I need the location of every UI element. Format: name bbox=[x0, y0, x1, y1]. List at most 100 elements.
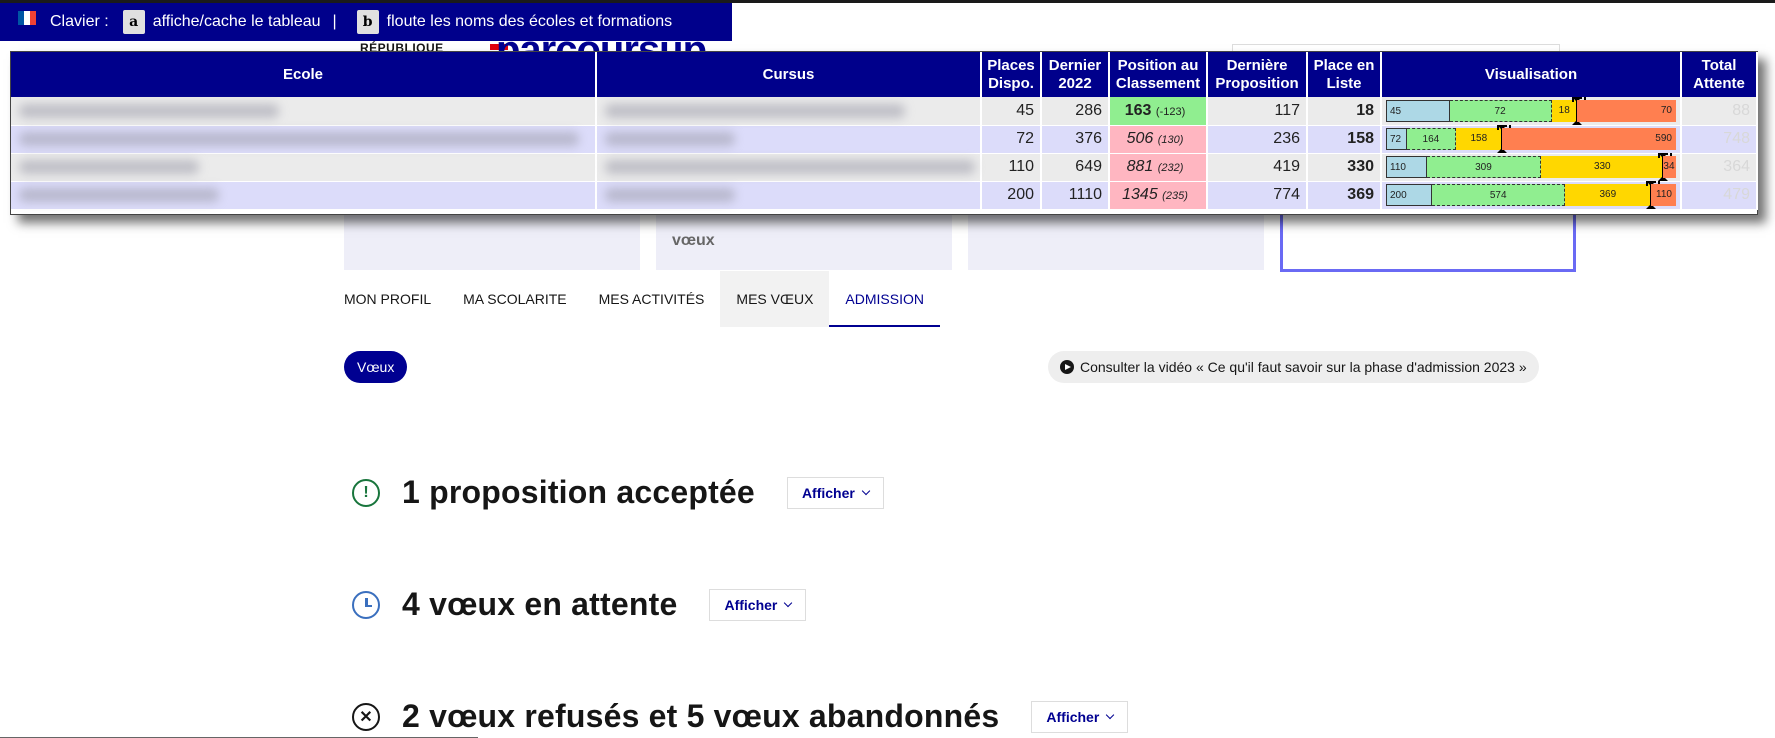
french-flag-icon bbox=[18, 11, 36, 25]
ecole-cell-blurred bbox=[11, 97, 597, 126]
visualisation-cell: 72 164 158 590 bbox=[1381, 125, 1682, 154]
position-delta: (-123) bbox=[1155, 105, 1186, 118]
position-cell: 163 (-123) bbox=[1109, 97, 1208, 126]
table-row: 72 376 506 (130) 236 158 72 164 158 590 748 bbox=[11, 125, 1758, 154]
afficher-label: Afficher bbox=[1046, 708, 1100, 725]
close-circle-icon: ✕ bbox=[352, 702, 380, 731]
tab-mes-activites[interactable]: MES ACTIVITÉS bbox=[583, 271, 721, 327]
key-a-description: affiche/cache le tableau bbox=[152, 13, 321, 30]
ecole-cell-blurred bbox=[11, 125, 597, 154]
tab-admission[interactable]: ADMISSION bbox=[829, 271, 940, 327]
section-waiting: 4 vœux en attente Afficher bbox=[352, 586, 807, 623]
chevron-down-icon bbox=[784, 598, 793, 608]
cursus-cell-blurred bbox=[596, 97, 982, 126]
position-value: 1345 bbox=[1122, 186, 1158, 203]
cursus-cell-blurred bbox=[596, 125, 982, 154]
col-total-attente: Total Attente bbox=[1681, 52, 1758, 97]
position-cell: 506 (130) bbox=[1109, 125, 1208, 154]
total-attente-cell: 88 bbox=[1681, 97, 1758, 126]
viz-behind-segment: 34 bbox=[1663, 156, 1676, 178]
dernier-cell: 376 bbox=[1041, 125, 1110, 154]
col-cursus: Cursus bbox=[596, 52, 982, 97]
dernier-cell: 1110 bbox=[1041, 181, 1110, 210]
col-position: Position au Classement bbox=[1109, 52, 1208, 97]
video-button-label: Consulter la vidéo « Ce qu'il faut savoi… bbox=[1080, 359, 1527, 375]
main-tabs: MON PROFIL MA SCOLARITE MES ACTIVITÉS ME… bbox=[344, 271, 940, 327]
viz-behind-segment: 70 bbox=[1576, 99, 1676, 122]
viz-bar: 110 309 330 34 bbox=[1386, 153, 1676, 181]
afficher-button[interactable]: Afficher bbox=[709, 588, 807, 621]
ecole-cell-blurred bbox=[11, 181, 597, 210]
clock-icon bbox=[352, 590, 380, 619]
ecole-cell-blurred bbox=[11, 153, 597, 182]
derniere-prop-cell: 774 bbox=[1207, 181, 1308, 210]
ranking-table-overlay: Ecole Cursus Places Dispo. Dernier 2022 … bbox=[10, 51, 1758, 215]
afficher-button[interactable]: Afficher bbox=[1031, 700, 1129, 733]
viz-places-segment: 110 bbox=[1386, 156, 1427, 178]
table-header-row: Ecole Cursus Places Dispo. Dernier 2022 … bbox=[11, 52, 1758, 97]
table-row: 200 1110 1345 (235) 774 369 200 574 369 110 479 bbox=[11, 181, 1758, 210]
separator: | bbox=[332, 13, 337, 30]
viz-behind-segment: 110 bbox=[1650, 184, 1676, 206]
viz-places-segment: 200 bbox=[1386, 184, 1433, 206]
chevron-down-icon bbox=[861, 486, 871, 496]
col-visualisation: Visualisation bbox=[1381, 52, 1682, 97]
cursus-cell-blurred bbox=[596, 181, 982, 210]
viz-places-segment: 72 bbox=[1386, 128, 1408, 150]
key-a-icon: a bbox=[122, 10, 145, 34]
position-delta: (235) bbox=[1162, 190, 1188, 202]
place-liste-cell: 330 bbox=[1307, 153, 1382, 182]
section-title: 2 vœux refusés et 5 vœux abandonnés bbox=[402, 698, 1000, 734]
viz-ahead-segment: 164 bbox=[1407, 128, 1456, 150]
derniere-prop-cell: 419 bbox=[1207, 153, 1308, 182]
key-b-icon: b bbox=[356, 10, 379, 34]
clavier-label: Clavier : bbox=[50, 13, 109, 30]
col-ecole: Ecole bbox=[11, 52, 597, 97]
chevron-down-icon bbox=[1106, 710, 1115, 720]
col-dernier-2022: Dernier 2022 bbox=[1041, 52, 1110, 97]
position-value: 163 bbox=[1124, 101, 1152, 119]
afficher-label: Afficher bbox=[801, 484, 855, 501]
card-voeux-label: vœux bbox=[672, 232, 715, 249]
places-cell: 200 bbox=[981, 181, 1042, 210]
voeux-filter-pill[interactable]: Vœux bbox=[344, 351, 408, 383]
places-cell: 110 bbox=[981, 153, 1042, 182]
table-row: 45 286 163 (-123) 117 18 45 72 18 70 88 bbox=[11, 96, 1758, 126]
visualisation-cell: 45 72 18 70 bbox=[1381, 96, 1682, 126]
col-derniere-proposition: Dernière Proposition bbox=[1207, 52, 1308, 97]
key-b-description: floute les noms des écoles et formations bbox=[386, 13, 673, 30]
tab-mes-voeux[interactable]: MES VŒUX bbox=[720, 271, 830, 327]
alert-icon: ! bbox=[352, 478, 380, 507]
afficher-button[interactable]: Afficher bbox=[786, 476, 884, 509]
position-value: 506 bbox=[1126, 130, 1154, 147]
position-value: 881 bbox=[1126, 158, 1154, 175]
viz-places-segment: 45 bbox=[1386, 99, 1450, 122]
place-liste-cell: 18 bbox=[1307, 97, 1382, 126]
video-button[interactable]: Consulter la vidéo « Ce qu'il faut savoi… bbox=[1048, 351, 1539, 383]
ranking-table: Ecole Cursus Places Dispo. Dernier 2022 … bbox=[11, 52, 1758, 210]
tab-ma-scolarite[interactable]: MA SCOLARITE bbox=[447, 271, 582, 327]
viz-ahead-segment: 72 bbox=[1449, 99, 1552, 122]
place-liste-cell: 158 bbox=[1307, 125, 1382, 154]
position-delta: (232) bbox=[1157, 162, 1184, 174]
section-refused: ✕ 2 vœux refusés et 5 vœux abandonnés Af… bbox=[352, 698, 1129, 735]
position-delta: (130) bbox=[1157, 134, 1184, 146]
viz-bar: 72 164 158 590 bbox=[1386, 125, 1676, 153]
position-cell: 1345 (235) bbox=[1109, 181, 1208, 210]
col-places-dispo: Places Dispo. bbox=[981, 52, 1042, 97]
place-liste-cell: 369 bbox=[1307, 181, 1382, 210]
play-icon bbox=[1060, 360, 1074, 374]
viz-bar: 45 72 18 70 bbox=[1386, 96, 1676, 125]
afficher-label: Afficher bbox=[724, 596, 778, 613]
dernier-cell: 649 bbox=[1041, 153, 1110, 182]
viz-position-segment: 330 bbox=[1541, 156, 1664, 178]
derniere-prop-cell: 236 bbox=[1207, 125, 1308, 154]
visualisation-cell: 200 574 369 110 bbox=[1381, 181, 1682, 210]
total-attente-cell: 364 bbox=[1681, 153, 1758, 182]
viz-behind-segment: 590 bbox=[1502, 128, 1676, 150]
total-attente-cell: 479 bbox=[1681, 181, 1758, 210]
viz-position-segment: 158 bbox=[1455, 128, 1503, 150]
section-accepted: ! 1 proposition acceptée Afficher bbox=[352, 474, 884, 511]
section-title: 1 proposition acceptée bbox=[402, 474, 755, 510]
tab-mon-profil[interactable]: MON PROFIL bbox=[344, 271, 447, 327]
